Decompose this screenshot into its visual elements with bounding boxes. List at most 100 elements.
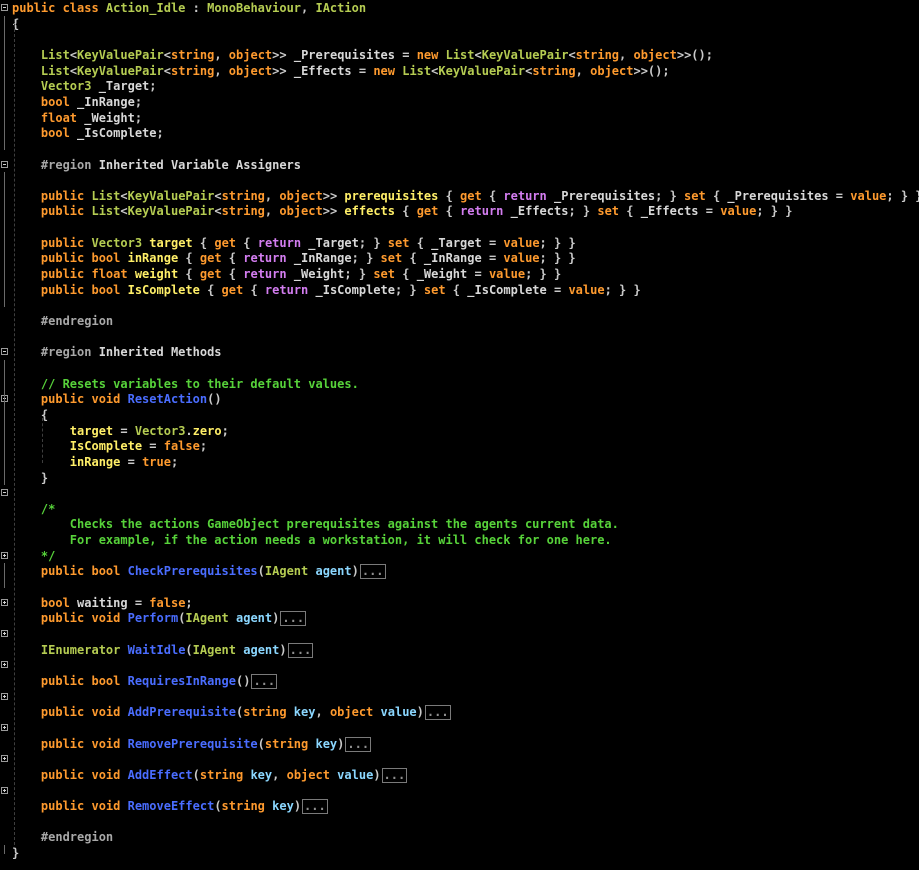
code-line[interactable]: */ (12, 548, 55, 564)
code-token: object (329, 705, 374, 720)
code-line[interactable]: public bool CheckPrerequisites(IAgent ag… (12, 563, 386, 580)
code-line[interactable]: public bool RequiresInRange()... (12, 673, 278, 689)
code-line[interactable]: IEnumerator WaitIdle(IAgent agent)... (12, 642, 314, 658)
code-token: , (264, 204, 280, 219)
code-token: ; (134, 110, 143, 125)
collapsed-region-marker[interactable]: ... (345, 736, 372, 752)
collapsed-region-marker[interactable]: ... (280, 611, 307, 627)
code-token: _InRange (286, 251, 352, 266)
code-token: public float (40, 267, 135, 282)
code-token: MonoBehaviour (207, 1, 302, 15)
code-token: < (69, 47, 78, 62)
collapse-icon[interactable] (1, 4, 8, 11)
code-line[interactable]: public bool IsComplete { get { return _I… (12, 282, 641, 298)
code-token: public bool (40, 564, 128, 579)
expand-icon[interactable] (1, 551, 8, 559)
code-line[interactable]: public void AddEffect(string key, object… (12, 767, 408, 783)
code-token: public bool (40, 282, 128, 297)
code-line[interactable]: public void AddPrerequisite(string key, … (12, 704, 451, 721)
code-token: _Effects (293, 63, 352, 78)
expand-icon[interactable] (1, 692, 8, 700)
code-token: _IsComplete (308, 282, 395, 297)
code-line[interactable]: #region Inherited Variable Assigners (12, 157, 301, 173)
code-token: agent (228, 611, 273, 626)
fold-outline-line (4, 359, 5, 486)
code-line[interactable]: List<KeyValuePair<string, object>> _Prer… (12, 47, 713, 63)
code-token: KeyValuePair (438, 63, 526, 78)
code-token: public void (40, 767, 128, 782)
code-token: get (199, 251, 222, 266)
code-line[interactable]: bool waiting = false; (12, 595, 193, 611)
code-line[interactable]: #endregion (12, 313, 113, 329)
code-line[interactable]: bool _IsComplete; (12, 125, 164, 141)
code-token: string (170, 47, 215, 62)
code-token: set (684, 188, 706, 203)
collapsed-region-marker[interactable]: ... (302, 799, 328, 815)
code-line[interactable]: public class Action_Idle : MonoBehaviour… (12, 0, 366, 16)
collapse-icon[interactable] (1, 489, 8, 497)
code-line[interactable]: public List<KeyValuePair<string, object>… (12, 188, 919, 204)
code-line[interactable]: float _Weight; (12, 110, 142, 126)
code-token: { (619, 204, 641, 219)
code-line[interactable]: #endregion (12, 829, 113, 845)
code-token: >> (322, 188, 345, 203)
expand-icon[interactable] (1, 723, 8, 731)
code-token: { (199, 282, 222, 297)
code-token: < (214, 188, 222, 203)
code-line[interactable]: public List<KeyValuePair<string, object>… (12, 203, 793, 219)
code-token: IAction (315, 1, 367, 15)
code-line[interactable]: List<KeyValuePair<string, object>> _Effe… (12, 63, 670, 79)
code-line[interactable]: bool _InRange; (12, 94, 142, 110)
collapsed-region-marker[interactable]: ... (381, 767, 408, 783)
collapsed-region-marker[interactable]: ... (359, 564, 386, 580)
code-line[interactable]: public void Perform(IAgent agent)... (12, 610, 307, 627)
code-token: < (214, 204, 222, 219)
code-line[interactable]: } (12, 470, 48, 486)
code-token: List (445, 47, 475, 62)
code-line[interactable]: Checks the actions GameObject prerequisi… (12, 516, 619, 532)
collapse-icon[interactable] (1, 160, 8, 168)
code-line[interactable]: /* (12, 501, 55, 517)
code-line[interactable]: // Resets variables to their default val… (12, 376, 359, 392)
collapsed-region-marker[interactable]: ... (424, 705, 451, 721)
code-token: = (120, 454, 143, 469)
expand-icon[interactable] (1, 661, 8, 669)
collapsed-region-marker[interactable]: ... (251, 673, 278, 689)
code-line[interactable]: #region Inherited Methods (12, 344, 222, 360)
code-line[interactable]: Vector3 _Target; (12, 78, 157, 94)
code-token: { (395, 204, 417, 219)
code-line[interactable]: public bool inRange { get { return _InRa… (12, 250, 576, 266)
code-line[interactable]: public Vector3 target { get { return _Ta… (12, 235, 576, 251)
code-token: bool (40, 595, 70, 610)
code-editor[interactable]: public class Action_Idle : MonoBehaviour… (0, 0, 919, 870)
code-line[interactable]: } (12, 845, 19, 861)
code-token: Inherited Variable Assigners (98, 157, 301, 172)
code-token: inRange (69, 454, 121, 469)
expand-icon[interactable] (1, 630, 8, 637)
code-token: return (503, 188, 547, 203)
code-token: value (373, 705, 417, 720)
code-token: < (120, 188, 128, 203)
expand-icon[interactable] (1, 755, 8, 763)
collapsed-region-marker[interactable]: ... (287, 642, 314, 658)
code-token: false (149, 595, 186, 610)
code-line[interactable]: public float weight { get { return _Weig… (12, 266, 561, 282)
code-line[interactable]: public void RemovePrerequisite(string ke… (12, 736, 372, 752)
expand-icon[interactable] (1, 786, 8, 794)
code-token: ) (351, 564, 359, 579)
code-line[interactable]: For example, if the action needs a works… (12, 532, 612, 548)
code-token: prerequisites (344, 188, 439, 203)
code-line[interactable]: public void ResetAction() (12, 391, 222, 407)
code-token: { (243, 282, 265, 297)
code-line[interactable]: inRange = true; (12, 454, 178, 470)
indent-guide (14, 18, 15, 846)
code-line[interactable]: target = Vector3.zero; (12, 423, 229, 439)
expand-icon[interactable] (1, 598, 8, 606)
code-token: IsComplete (127, 282, 200, 297)
code-token: { (402, 251, 424, 266)
code-line[interactable]: public void RemoveEffect(string key)... (12, 798, 328, 815)
collapse-icon[interactable] (1, 348, 8, 356)
code-token: ; } } (539, 235, 576, 250)
